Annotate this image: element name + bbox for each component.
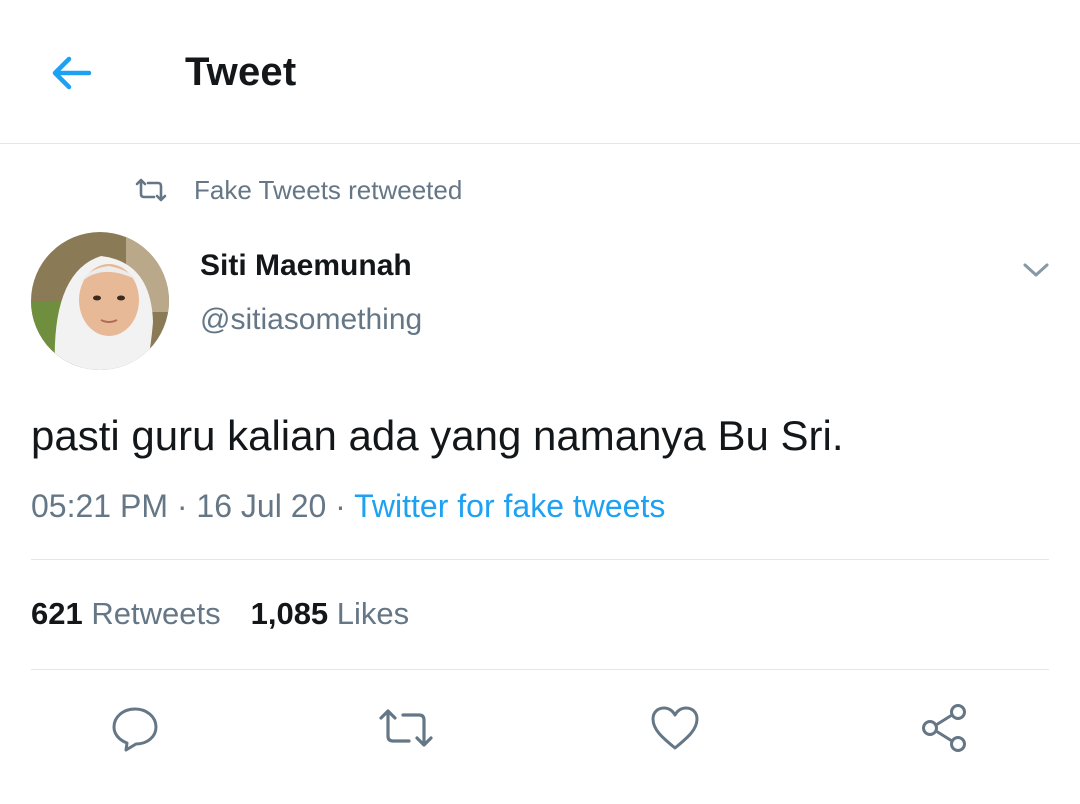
divider <box>31 669 1049 670</box>
tweet-time: 05:21 PM <box>31 488 168 524</box>
tweet-source-link[interactable]: Twitter for fake tweets <box>354 488 665 524</box>
like-button[interactable] <box>645 700 705 756</box>
tweet-date: 16 Jul 20 <box>196 488 327 524</box>
likes-stat[interactable]: 1,085 Likes <box>251 596 410 631</box>
tweet-text: pasti guru kalian ada yang namanya Bu Sr… <box>31 412 844 459</box>
reply-icon <box>112 707 158 752</box>
arrow-left-icon <box>52 56 92 90</box>
page-title: Tweet <box>185 50 297 94</box>
retweet-context[interactable]: Fake Tweets retweeted <box>134 172 462 208</box>
more-options-button[interactable] <box>1015 252 1057 288</box>
share-icon <box>922 704 966 752</box>
back-button[interactable] <box>44 48 98 98</box>
retweets-stat[interactable]: 621 Retweets <box>31 596 221 631</box>
likes-count: 1,085 <box>250 596 329 631</box>
retweet-context-label: Fake Tweets retweeted <box>194 174 463 205</box>
author-handle[interactable]: @sitiasomething <box>200 303 422 337</box>
likes-label: Likes <box>336 596 410 631</box>
retweet-icon <box>379 709 433 747</box>
meta-separator: · <box>176 488 188 524</box>
retweet-button[interactable] <box>376 700 436 756</box>
app-header: Tweet <box>0 0 1080 144</box>
heart-icon <box>651 706 699 750</box>
tweet-meta: 05:21 PM · 16 Jul 20 · Twitter for fake … <box>31 488 665 525</box>
retweet-icon <box>135 178 167 202</box>
retweets-count: 621 <box>31 596 83 631</box>
retweets-label: Retweets <box>91 596 221 631</box>
reply-button[interactable] <box>105 700 165 756</box>
meta-separator: · <box>335 488 346 524</box>
share-button[interactable] <box>914 700 974 756</box>
avatar[interactable] <box>31 232 169 370</box>
chevron-down-icon <box>1023 263 1049 277</box>
avatar-photo <box>31 232 169 370</box>
divider <box>31 559 1049 560</box>
tweet-stats: 621 Retweets 1,085 Likes <box>31 596 409 632</box>
author-display-name[interactable]: Siti Maemunah <box>200 249 412 283</box>
